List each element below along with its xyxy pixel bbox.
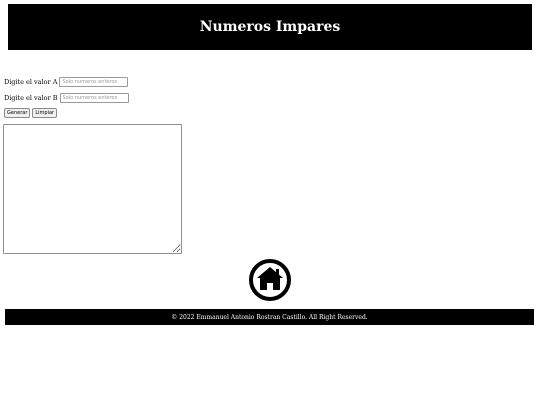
value-a-input[interactable] bbox=[59, 77, 129, 87]
field-b-label: Digite el valor B bbox=[4, 94, 58, 102]
copyright-text: © 2022 Emmanuel Antonio Rostran Castillo… bbox=[171, 313, 368, 321]
page-header: Numeros Impares bbox=[8, 4, 532, 50]
generate-button[interactable]: Generar bbox=[4, 108, 31, 118]
field-a-label: Digite el valor A bbox=[4, 78, 58, 86]
clear-button[interactable]: Limpiar bbox=[32, 108, 58, 118]
page-title: Numeros Impares bbox=[199, 19, 341, 35]
page-footer: © 2022 Emmanuel Antonio Rostran Castillo… bbox=[5, 309, 534, 325]
form-buttons: Generar Limpiar bbox=[4, 108, 129, 118]
results-textarea[interactable] bbox=[3, 124, 182, 254]
number-form: Digite el valor A Digite el valor B Gene… bbox=[4, 76, 129, 118]
field-b-row: Digite el valor B bbox=[4, 92, 129, 104]
value-b-input[interactable] bbox=[59, 93, 129, 103]
home-button[interactable] bbox=[248, 258, 292, 302]
home-icon bbox=[249, 259, 291, 301]
field-a-row: Digite el valor A bbox=[4, 76, 129, 88]
